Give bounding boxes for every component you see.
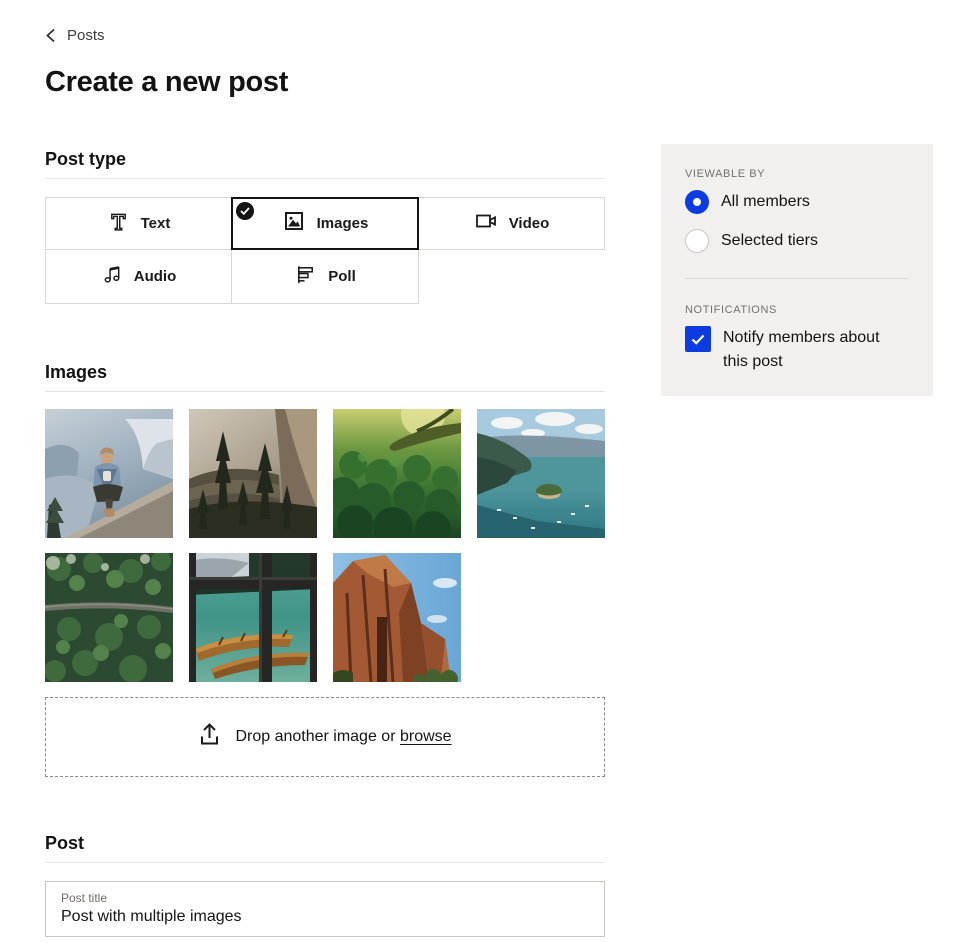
post-title-label: Post title — [61, 891, 589, 905]
images-section-title: Images — [45, 361, 605, 383]
post-settings-panel: VIEWABLE BY All members Selected tiers N… — [661, 144, 933, 396]
post-type-option-images[interactable]: Images — [231, 197, 419, 250]
video-icon — [474, 209, 498, 238]
radio-unselected-icon[interactable] — [685, 229, 709, 253]
post-type-label: Text — [141, 215, 171, 232]
check-icon — [236, 202, 254, 220]
radio-label: Selected tiers — [721, 232, 818, 250]
image-thumbnail-grid — [45, 409, 605, 682]
post-type-option-audio[interactable]: Audio — [45, 249, 232, 304]
radio-selected-icon[interactable] — [685, 190, 709, 214]
section-divider — [45, 391, 605, 392]
image-thumbnail[interactable] — [477, 409, 605, 538]
post-type-option-video[interactable]: Video — [418, 197, 605, 250]
radio-all-members[interactable]: All members — [685, 190, 909, 214]
page-title: Create a new post — [45, 65, 605, 99]
post-type-option-text[interactable]: Text — [45, 197, 232, 250]
back-link-label: Posts — [67, 27, 105, 44]
notifications-label: NOTIFICATIONS — [685, 304, 909, 317]
viewable-by-label: VIEWABLE BY — [685, 168, 909, 181]
post-section-title: Post — [45, 832, 605, 854]
post-type-label: Video — [509, 215, 550, 232]
upload-icon — [198, 722, 221, 752]
audio-icon — [101, 263, 123, 290]
poll-icon — [294, 263, 317, 291]
post-title-input[interactable] — [61, 905, 589, 928]
section-divider — [45, 178, 605, 179]
notify-members-checkbox-row[interactable]: Notify members about this post — [685, 326, 909, 374]
main-column: Posts Create a new post Post type Text — [45, 0, 605, 937]
chevron-left-icon — [45, 28, 56, 43]
create-post-page: Posts Create a new post Post type Text — [0, 0, 973, 943]
post-title-field[interactable]: Post title — [45, 881, 605, 937]
radio-selected-tiers[interactable]: Selected tiers — [685, 229, 909, 253]
image-thumbnail[interactable] — [189, 409, 317, 538]
post-type-grid: Text Images — [45, 197, 605, 304]
image-thumbnail[interactable] — [333, 409, 461, 538]
post-type-label: Images — [317, 215, 369, 232]
checkbox-checked-icon[interactable] — [685, 326, 711, 352]
sidebar-divider — [685, 278, 909, 279]
image-thumbnail[interactable] — [45, 409, 173, 538]
post-type-label: Audio — [134, 268, 177, 285]
image-thumbnail[interactable] — [45, 553, 173, 682]
radio-label: All members — [721, 193, 810, 211]
dropzone-text: Drop another image or browse — [235, 728, 451, 746]
images-icon — [282, 209, 306, 238]
image-thumbnail[interactable] — [333, 553, 461, 682]
post-type-section-title: Post type — [45, 148, 605, 170]
checkbox-label: Notify members about this post — [723, 326, 895, 374]
viewable-by-options: All members Selected tiers — [685, 190, 909, 253]
text-icon — [107, 210, 130, 238]
post-type-option-poll[interactable]: Poll — [231, 249, 419, 304]
browse-link[interactable]: browse — [400, 728, 452, 745]
image-dropzone[interactable]: Drop another image or browse — [45, 697, 605, 777]
image-thumbnail[interactable] — [189, 553, 317, 682]
section-divider — [45, 862, 605, 863]
post-type-label: Poll — [328, 268, 356, 285]
back-to-posts-link[interactable]: Posts — [45, 27, 605, 44]
